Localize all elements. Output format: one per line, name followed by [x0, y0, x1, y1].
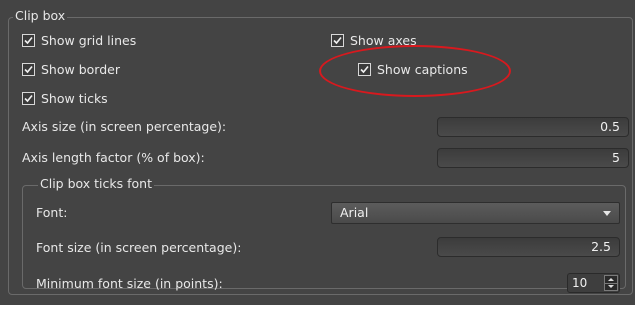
font-dropdown[interactable]: Arial	[331, 202, 620, 224]
axis-length-factor-input[interactable]: 5	[437, 148, 629, 168]
show-grid-lines-checkbox[interactable]: Show grid lines	[22, 32, 136, 48]
clip-box-settings-panel: Clip box Show grid lines Show axes Show …	[0, 0, 635, 305]
show-border-label: Show border	[41, 61, 120, 77]
axis-size-input[interactable]: 0.5	[437, 117, 629, 137]
chevron-down-icon	[603, 211, 611, 216]
spin-buttons[interactable]	[604, 275, 618, 291]
show-ticks-checkbox[interactable]: Show ticks	[22, 90, 108, 106]
show-axes-label: Show axes	[350, 32, 417, 48]
axis-size-label: Axis size (in screen percentage):	[22, 119, 227, 134]
show-border-checkbox[interactable]: Show border	[22, 61, 120, 77]
font-label: Font:	[36, 205, 68, 220]
show-axes-checkbox[interactable]: Show axes	[331, 32, 417, 48]
checkmark-icon	[358, 62, 371, 76]
show-captions-checkbox[interactable]: Show captions	[358, 61, 468, 77]
ticks-font-group-title: Clip box ticks font	[38, 176, 154, 191]
show-captions-label: Show captions	[377, 61, 468, 77]
axis-length-factor-label: Axis length factor (% of box):	[22, 150, 205, 165]
min-font-size-spinbox[interactable]: 10	[567, 273, 620, 293]
font-size-label: Font size (in screen percentage):	[36, 240, 242, 255]
checkmark-icon	[22, 62, 35, 76]
show-ticks-label: Show ticks	[41, 90, 108, 106]
clip-box-group-title: Clip box	[13, 8, 68, 23]
spin-down-icon[interactable]	[605, 284, 617, 291]
show-grid-lines-label: Show grid lines	[41, 32, 137, 48]
checkmark-icon	[22, 91, 35, 105]
checkmark-icon	[331, 33, 344, 47]
checkmark-icon	[22, 33, 35, 47]
font-size-input[interactable]: 2.5	[437, 237, 620, 257]
spin-up-icon[interactable]	[605, 276, 617, 284]
font-dropdown-value: Arial	[340, 205, 369, 220]
min-font-size-label: Minimum font size (in points):	[36, 276, 223, 291]
min-font-size-value: 10	[572, 276, 588, 290]
